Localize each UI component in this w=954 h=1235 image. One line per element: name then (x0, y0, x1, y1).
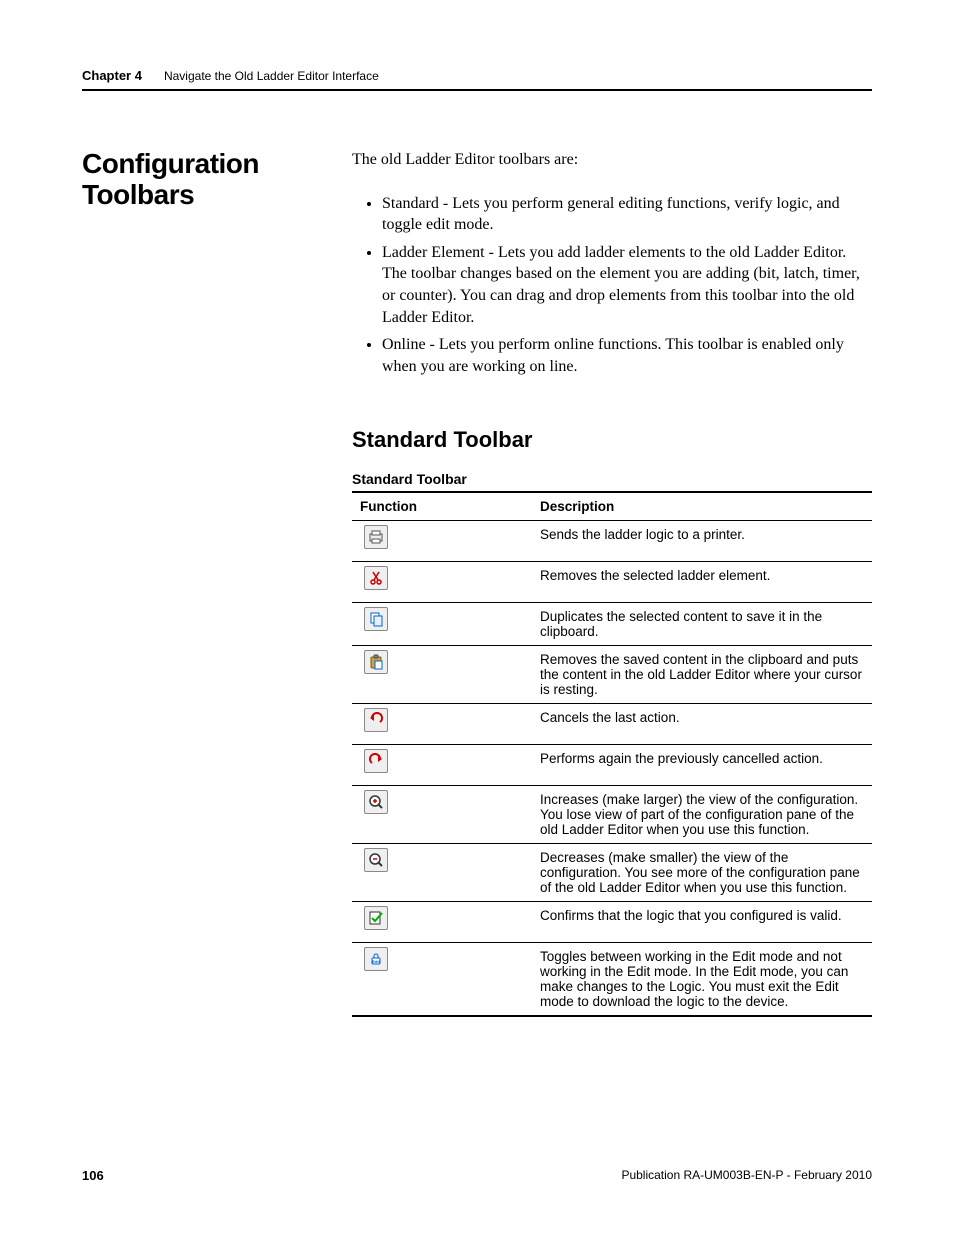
table-row: Increases (make larger) the view of the … (352, 786, 872, 844)
paste-icon (364, 650, 388, 674)
description-cell: Sends the ladder logic to a printer. (532, 521, 872, 562)
standard-toolbar-table: Function Description Sends the ladder lo… (352, 491, 872, 1017)
description-cell: Increases (make larger) the view of the … (532, 786, 872, 844)
description-cell: Removes the selected ladder element. (532, 562, 872, 603)
undo-icon (364, 708, 388, 732)
table-row: Duplicates the selected content to save … (352, 603, 872, 646)
table-row: Removes the selected ladder element. (352, 562, 872, 603)
description-cell: Cancels the last action. (532, 704, 872, 745)
description-cell: Duplicates the selected content to save … (532, 603, 872, 646)
description-cell: Confirms that the logic that you configu… (532, 902, 872, 943)
toolbar-bullet-list: Standard - Lets you perform general edit… (382, 193, 872, 378)
description-cell: Performs again the previously cancelled … (532, 745, 872, 786)
page: Chapter 4 Navigate the Old Ladder Editor… (0, 0, 954, 1235)
table-row: Decreases (make smaller) the view of the… (352, 844, 872, 902)
description-cell: Toggles between working in the Edit mode… (532, 943, 872, 1017)
copy-icon (364, 607, 388, 631)
verify-icon (364, 906, 388, 930)
table-row: Confirms that the logic that you configu… (352, 902, 872, 943)
chapter-label: Chapter 4 (82, 68, 142, 83)
cut-icon (364, 566, 388, 590)
table-caption: Standard Toolbar (352, 471, 872, 487)
bullet-item: Ladder Element - Lets you add ladder ele… (382, 242, 872, 328)
bullet-item: Online - Lets you perform online functio… (382, 334, 872, 377)
description-cell: Decreases (make smaller) the view of the… (532, 844, 872, 902)
print-icon (364, 525, 388, 549)
table-row: Edit Toggles between working in the Edit… (352, 943, 872, 1017)
svg-text:Edit: Edit (372, 959, 380, 964)
running-header: Chapter 4 Navigate the Old Ladder Editor… (82, 68, 872, 91)
table-row: Removes the saved content in the clipboa… (352, 646, 872, 704)
zoom-in-icon (364, 790, 388, 814)
table-row: Cancels the last action. (352, 704, 872, 745)
redo-icon (364, 749, 388, 773)
body: Configuration Toolbars The old Ladder Ed… (82, 149, 872, 1017)
zoom-out-icon (364, 848, 388, 872)
page-number: 106 (82, 1168, 104, 1183)
column-header-description: Description (532, 492, 872, 521)
chapter-title: Navigate the Old Ladder Editor Interface (164, 69, 379, 83)
table-row: Sends the ladder logic to a printer. (352, 521, 872, 562)
table-row: Performs again the previously cancelled … (352, 745, 872, 786)
column-header-function: Function (352, 492, 532, 521)
bullet-item: Standard - Lets you perform general edit… (382, 193, 872, 236)
edit-mode-icon: Edit (364, 947, 388, 971)
description-cell: Removes the saved content in the clipboa… (532, 646, 872, 704)
publication-id: Publication RA-UM003B-EN-P - February 20… (621, 1168, 872, 1183)
page-footer: 106 Publication RA-UM003B-EN-P - Februar… (82, 1168, 872, 1183)
section-heading: Configuration Toolbars (82, 149, 352, 211)
subsection-heading: Standard Toolbar (352, 427, 872, 453)
intro-paragraph: The old Ladder Editor toolbars are: (352, 149, 872, 171)
